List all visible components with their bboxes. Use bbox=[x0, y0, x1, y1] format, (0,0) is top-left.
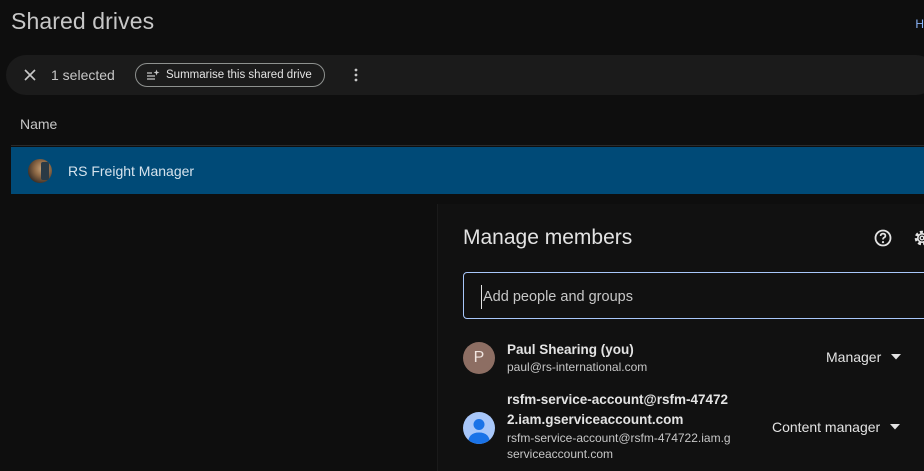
help-button[interactable] bbox=[873, 228, 893, 248]
role-dropdown[interactable]: Content manager bbox=[772, 419, 901, 435]
shared-drives-page: Shared drives H 1 selected Summarise thi… bbox=[0, 0, 924, 471]
summarise-drive-button[interactable]: Summarise this shared drive bbox=[135, 63, 325, 87]
help-circle-icon bbox=[874, 229, 892, 247]
member-row: rsfm-service-account@rsfm-47472 2.iam.gs… bbox=[463, 390, 924, 461]
member-email-line1: rsfm-service-account@rsfm-474722.iam.g bbox=[507, 431, 731, 445]
add-people-input[interactable] bbox=[481, 285, 924, 309]
summarise-drive-label: Summarise this shared drive bbox=[166, 69, 312, 81]
role-label: Content manager bbox=[772, 419, 881, 435]
member-email: paul@rs-international.com bbox=[507, 360, 648, 374]
manage-members-dialog: Manage members P Paul Shearing (you) pau… bbox=[437, 204, 924, 471]
arrow-drop-down-icon bbox=[891, 354, 902, 360]
selection-toolbar: 1 selected Summarise this shared drive bbox=[6, 55, 924, 95]
drive-avatar bbox=[28, 159, 52, 183]
header-link[interactable]: H bbox=[915, 17, 924, 31]
member-row: P Paul Shearing (you) paul@rs-internatio… bbox=[463, 340, 924, 380]
add-people-field[interactable] bbox=[463, 272, 924, 319]
clear-selection-button[interactable] bbox=[18, 63, 42, 87]
selected-count: 1 selected bbox=[51, 67, 115, 83]
more-actions-button[interactable] bbox=[344, 63, 368, 87]
page-title: Shared drives bbox=[11, 8, 155, 34]
name-column-header[interactable]: Name bbox=[20, 116, 57, 132]
avatar: P bbox=[463, 342, 495, 374]
sparkle-list-icon bbox=[147, 69, 160, 80]
avatar bbox=[463, 412, 495, 444]
gear-icon bbox=[914, 230, 924, 246]
drive-name: RS Freight Manager bbox=[68, 163, 195, 179]
member-name-line1: rsfm-service-account@rsfm-47472 bbox=[507, 392, 729, 407]
role-label: Manager bbox=[826, 349, 882, 365]
close-icon bbox=[24, 69, 36, 81]
more-vert-icon bbox=[354, 68, 358, 82]
table-row[interactable]: RS Freight Manager bbox=[11, 147, 924, 194]
person-icon bbox=[468, 419, 490, 444]
member-name-line2: 2.iam.gserviceaccount.com bbox=[507, 412, 684, 427]
dialog-title: Manage members bbox=[463, 226, 633, 249]
member-email-line2: serviceaccount.com bbox=[507, 447, 614, 461]
member-name: Paul Shearing (you) bbox=[507, 342, 634, 357]
header-divider bbox=[11, 145, 924, 146]
settings-button[interactable] bbox=[912, 228, 924, 248]
role-dropdown[interactable]: Manager bbox=[826, 349, 902, 365]
arrow-drop-down-icon bbox=[890, 424, 901, 430]
